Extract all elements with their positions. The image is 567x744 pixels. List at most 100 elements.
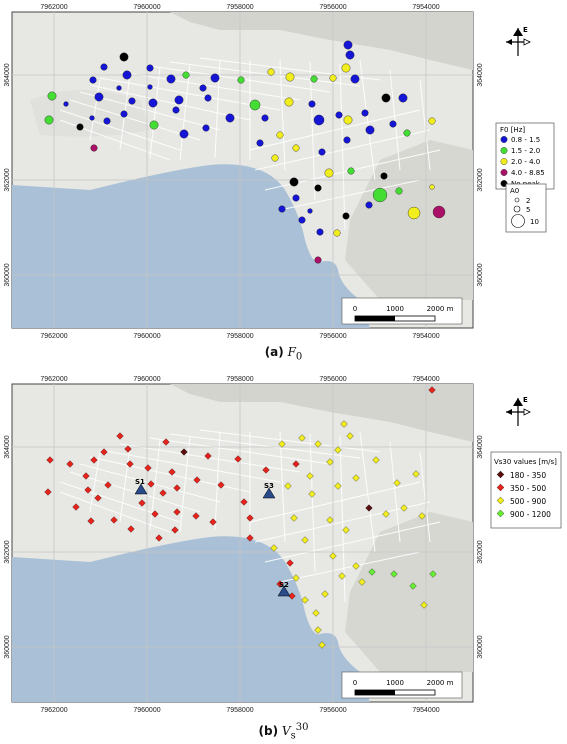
f0-point-70[interactable] (292, 194, 300, 202)
f0-point-71[interactable] (278, 205, 286, 213)
f0-point-5[interactable] (182, 71, 190, 79)
y-tick-left-a-0: 364000 (4, 63, 11, 86)
legend-a0: A0 2 5 10 (505, 183, 547, 233)
f0-point-42[interactable] (398, 93, 408, 103)
f0-point-37[interactable] (343, 40, 353, 50)
f0-point-73[interactable] (307, 208, 313, 214)
f0-point-15[interactable] (94, 92, 104, 102)
f0-point-21[interactable] (89, 115, 95, 121)
f0-point-7[interactable] (237, 76, 245, 84)
legend-f0-label-1: 1.5 - 2.0 (511, 147, 540, 155)
station-s3-label: S3 (264, 482, 274, 490)
f0-point-43[interactable] (308, 100, 316, 108)
f0-point-41[interactable] (381, 93, 391, 103)
f0-point-63[interactable] (372, 187, 388, 203)
scalebar-a-label-2000: 2000 m (427, 305, 454, 313)
f0-point-57[interactable] (271, 154, 279, 162)
f0-point-34[interactable] (285, 72, 295, 82)
f0-point-28[interactable] (202, 124, 210, 132)
f0-point-62[interactable] (380, 172, 388, 180)
caption-a: (a) F0 (0, 345, 567, 362)
f0-point-26[interactable] (149, 120, 159, 130)
f0-point-76[interactable] (314, 256, 322, 264)
f0-point-40[interactable] (350, 74, 360, 84)
f0-point-66[interactable] (407, 206, 421, 220)
f0-point-75[interactable] (316, 228, 324, 236)
x-tick-bottom-b-4: 7954000 (412, 707, 439, 714)
f0-point-56[interactable] (256, 139, 264, 147)
f0-point-68[interactable] (342, 212, 350, 220)
f0-point-31[interactable] (261, 114, 269, 122)
f0-point-32[interactable] (284, 97, 294, 107)
f0-point-2[interactable] (122, 70, 132, 80)
f0-point-38[interactable] (345, 50, 355, 60)
x-tick-top-a-4: 7954000 (412, 4, 439, 11)
f0-point-50[interactable] (403, 129, 411, 137)
f0-point-25[interactable] (120, 110, 128, 118)
f0-point-58[interactable] (289, 177, 299, 187)
f0-point-20[interactable] (249, 99, 261, 111)
f0-point-9[interactable] (116, 85, 122, 91)
y-tick-right-b-1: 362000 (477, 540, 484, 563)
x-tick-top-b-4: 7954000 (412, 376, 439, 383)
f0-point-14[interactable] (63, 101, 69, 107)
map-panel-a[interactable]: 0 1000 2000 m (11, 11, 474, 329)
legend-a0-title: A0 (510, 187, 519, 195)
f0-point-45[interactable] (313, 114, 325, 126)
f0-point-60[interactable] (324, 168, 334, 178)
f0-point-39[interactable] (341, 63, 351, 73)
legend-a0-label-10: 10 (530, 218, 539, 226)
f0-point-27[interactable] (179, 129, 189, 139)
legend-f0-swatch-1 (500, 147, 508, 154)
map-panel-b[interactable]: S1 S2 S3 0 1000 2000 m (11, 383, 474, 703)
f0-point-67[interactable] (432, 205, 446, 219)
caption-b: (b) Vs30 (0, 722, 567, 741)
legend-vs30: Vs30 values [m/s] 180 - 350 350 - 500 500 … (490, 451, 562, 529)
f0-point-33[interactable] (267, 68, 275, 76)
f0-point-74[interactable] (333, 229, 341, 237)
f0-point-11[interactable] (199, 84, 207, 92)
f0-point-52[interactable] (292, 144, 300, 152)
f0-point-47[interactable] (361, 109, 369, 117)
f0-point-61[interactable] (347, 167, 355, 175)
f0-point-24[interactable] (103, 117, 111, 125)
f0-point-4[interactable] (166, 74, 176, 84)
f0-point-64[interactable] (395, 187, 403, 195)
f0-point-69[interactable] (365, 201, 373, 209)
f0-point-1[interactable] (100, 63, 108, 71)
f0-point-3[interactable] (146, 64, 154, 72)
legend-f0-label-2: 2.0 - 4.0 (511, 158, 540, 166)
f0-point-44[interactable] (335, 111, 343, 119)
station-s2[interactable]: S2 (277, 581, 291, 597)
f0-point-12[interactable] (204, 94, 212, 102)
f0-point-18[interactable] (174, 95, 184, 105)
f0-point-49[interactable] (428, 117, 436, 125)
x-tick-bottom-b-3: 7956000 (319, 707, 346, 714)
f0-point-17[interactable] (148, 98, 158, 108)
f0-point-23[interactable] (44, 115, 54, 125)
f0-point-29[interactable] (225, 113, 235, 123)
f0-point-53[interactable] (318, 148, 326, 156)
f0-point-59[interactable] (314, 184, 322, 192)
f0-point-36[interactable] (329, 74, 337, 82)
f0-point-48[interactable] (389, 120, 397, 128)
f0-point-6[interactable] (210, 73, 220, 83)
f0-point-13[interactable] (47, 91, 57, 101)
f0-point-54[interactable] (343, 136, 351, 144)
f0-point-19[interactable] (172, 106, 180, 114)
legend-a0-circle-2 (514, 197, 520, 203)
f0-point-16[interactable] (128, 97, 136, 105)
f0-point-22[interactable] (76, 123, 84, 131)
f0-point-72[interactable] (298, 216, 306, 224)
f0-point-46[interactable] (343, 115, 353, 125)
y-tick-left-b-0: 364000 (4, 435, 11, 458)
f0-point-0[interactable] (119, 52, 129, 62)
f0-point-8[interactable] (89, 76, 97, 84)
f0-point-51[interactable] (276, 131, 284, 139)
f0-point-65[interactable] (429, 184, 435, 190)
f0-point-10[interactable] (147, 84, 153, 90)
scalebar-a-label-0: 0 (353, 305, 357, 313)
f0-point-35[interactable] (310, 75, 318, 83)
f0-point-55[interactable] (365, 125, 375, 135)
f0-point-30[interactable] (90, 144, 98, 152)
